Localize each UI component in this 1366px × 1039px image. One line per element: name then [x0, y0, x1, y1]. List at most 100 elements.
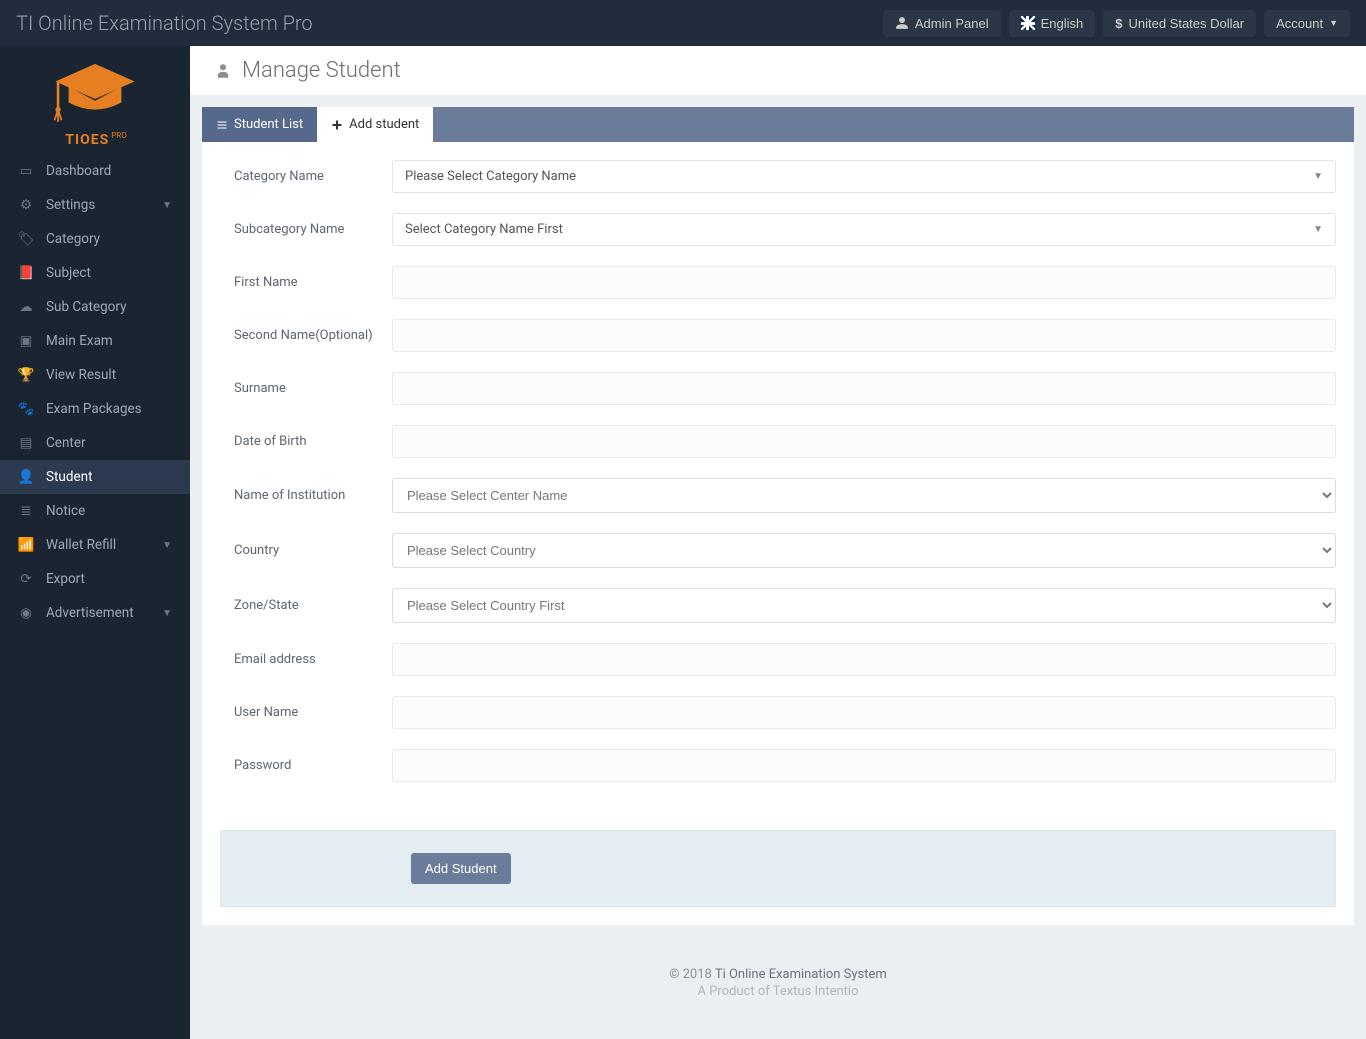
institution-select[interactable]: Please Select Center Name: [392, 478, 1336, 513]
label-second-name: Second Name(Optional): [220, 328, 392, 343]
notice-icon: ≣: [18, 503, 34, 519]
subject-icon: 📕: [18, 265, 34, 281]
sidebar-item-label: Export: [46, 571, 85, 587]
label-email: Email address: [220, 652, 392, 667]
label-username: User Name: [220, 705, 392, 720]
list-icon: [216, 119, 228, 131]
view-result-icon: 🏆: [18, 367, 34, 383]
sidebar-item-label: Center: [46, 435, 86, 451]
tab-student-list[interactable]: Student List: [202, 107, 317, 142]
sidebar-item-subject[interactable]: 📕 Subject: [0, 256, 190, 290]
sidebar-item-student[interactable]: 👤 Student: [0, 460, 190, 494]
sidebar-item-label: Notice: [46, 503, 85, 519]
label-country: Country: [220, 543, 392, 558]
wallet-refill-icon: 📶: [18, 537, 34, 553]
sidebar-item-label: Exam Packages: [46, 401, 142, 417]
dollar-icon: $: [1115, 16, 1122, 31]
app-title: TI Online Examination System Pro: [16, 11, 875, 35]
language-button[interactable]: English: [1009, 10, 1096, 37]
form-actions: Add Student: [220, 830, 1336, 907]
sidebar-item-dashboard[interactable]: ▭ Dashboard: [0, 154, 190, 188]
uk-flag-icon: [1021, 16, 1035, 30]
export-icon: ⟳: [18, 571, 34, 587]
topbar: TI Online Examination System Pro Admin P…: [0, 0, 1366, 46]
label-first-name: First Name: [220, 275, 392, 290]
panel: Student List Add student Category Name P…: [202, 107, 1354, 925]
sub-category-icon: ☁: [18, 299, 34, 315]
email-field[interactable]: [392, 643, 1336, 676]
sidebar-item-wallet-refill[interactable]: 📶 Wallet Refill ▼: [0, 528, 190, 562]
user-icon: [895, 16, 909, 30]
person-icon: [214, 62, 232, 80]
label-institution: Name of Institution: [220, 488, 392, 503]
sidebar-item-sub-category[interactable]: ☁ Sub Category: [0, 290, 190, 324]
caret-down-icon: ▼: [162, 200, 172, 211]
zone-select[interactable]: Please Select Country First: [392, 588, 1336, 623]
chevron-down-icon: ▼: [1313, 224, 1323, 235]
first-name-field[interactable]: [392, 266, 1336, 299]
sidebar: TIOESPRO ▭ Dashboard ⚙ Settings ▼ 🏷 Category 📕 S…: [0, 46, 190, 1039]
admin-panel-button[interactable]: Admin Panel: [883, 10, 1001, 37]
sidebar-item-label: Subject: [46, 265, 91, 281]
tab-add-student[interactable]: Add student: [317, 107, 433, 142]
dashboard-icon: ▭: [18, 163, 34, 179]
currency-button[interactable]: $ United States Dollar: [1103, 10, 1256, 37]
caret-down-icon: ▼: [1329, 18, 1338, 28]
sidebar-item-label: Settings: [46, 197, 95, 213]
page-title: Manage Student: [242, 58, 401, 83]
footer-sub: A Product of Textus Intentio: [190, 984, 1366, 999]
sidebar-item-label: View Result: [46, 367, 116, 383]
caret-down-icon: ▼: [162, 608, 172, 619]
chevron-down-icon: ▼: [1313, 171, 1323, 182]
exam-packages-icon: 🐾: [18, 401, 34, 417]
sidebar-item-settings[interactable]: ⚙ Settings ▼: [0, 188, 190, 222]
sidebar-item-label: Advertisement: [46, 605, 134, 621]
label-password: Password: [220, 758, 392, 773]
subcategory-dropdown[interactable]: Select Category Name First ▼: [392, 213, 1336, 246]
second-name-field[interactable]: [392, 319, 1336, 352]
username-field[interactable]: [392, 696, 1336, 729]
add-student-form: Category Name Please Select Category Nam…: [202, 142, 1354, 830]
settings-icon: ⚙: [18, 197, 34, 213]
password-field[interactable]: [392, 749, 1336, 782]
plus-icon: [331, 119, 343, 131]
sidebar-item-advertisement[interactable]: ◉ Advertisement ▼: [0, 596, 190, 630]
label-dob: Date of Birth: [220, 434, 392, 449]
cap-icon: [51, 56, 139, 128]
main-exam-icon: ▣: [18, 333, 34, 349]
add-student-button[interactable]: Add Student: [411, 853, 511, 884]
sidebar-item-label: Main Exam: [46, 333, 113, 349]
advertisement-icon: ◉: [18, 605, 34, 621]
caret-down-icon: ▼: [162, 540, 172, 551]
account-button[interactable]: Account ▼: [1264, 10, 1350, 37]
sidebar-item-label: Dashboard: [46, 163, 111, 179]
footer: © 2018 Ti Online Examination System A Pr…: [190, 937, 1366, 1039]
sidebar-item-view-result[interactable]: 🏆 View Result: [0, 358, 190, 392]
sidebar-item-category[interactable]: 🏷 Category: [0, 222, 190, 256]
footer-link[interactable]: Ti Online Examination System: [715, 967, 887, 982]
label-subcategory: Subcategory Name: [220, 222, 392, 237]
logo: TIOESPRO: [0, 46, 190, 154]
main-content: Manage Student Student List Add student …: [190, 46, 1366, 1039]
sidebar-item-center[interactable]: ▤Center: [0, 426, 190, 460]
label-surname: Surname: [220, 381, 392, 396]
label-category: Category Name: [220, 169, 392, 184]
category-icon: 🏷: [18, 231, 34, 247]
sidebar-nav: ▭ Dashboard ⚙ Settings ▼ 🏷 Category 📕 Subject ☁ Su…: [0, 154, 190, 630]
sidebar-item-label: Student: [46, 469, 93, 485]
tabs: Student List Add student: [202, 107, 1354, 142]
sidebar-item-export[interactable]: ⟳ Export: [0, 562, 190, 596]
label-zone: Zone/State: [220, 598, 392, 613]
sidebar-item-notice[interactable]: ≣ Notice: [0, 494, 190, 528]
country-select[interactable]: Please Select Country: [392, 533, 1336, 568]
category-dropdown[interactable]: Please Select Category Name ▼: [392, 160, 1336, 193]
page-header: Manage Student: [190, 46, 1366, 95]
sidebar-item-exam-packages[interactable]: 🐾 Exam Packages: [0, 392, 190, 426]
dob-field[interactable]: [392, 425, 1336, 458]
student-icon: 👤: [18, 469, 34, 485]
sidebar-item-label: Sub Category: [46, 299, 126, 315]
sidebar-item-label: Category: [46, 231, 100, 247]
sidebar-item-label: Wallet Refill: [46, 537, 116, 553]
sidebar-item-main-exam[interactable]: ▣ Main Exam: [0, 324, 190, 358]
surname-field[interactable]: [392, 372, 1336, 405]
